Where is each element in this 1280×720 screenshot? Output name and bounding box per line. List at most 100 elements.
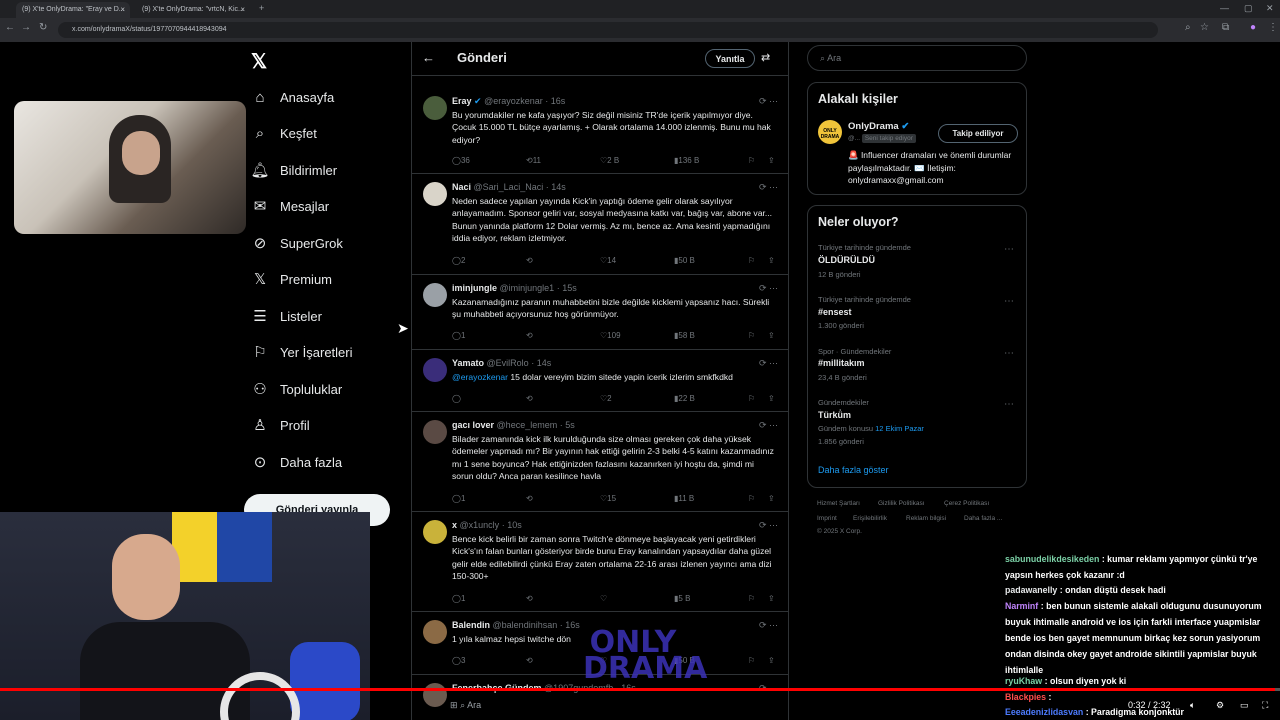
avatar[interactable]	[423, 683, 447, 707]
share-icon[interactable]: ⇪	[768, 494, 775, 503]
star-icon[interactable]: ☆	[1200, 22, 1209, 33]
show-more-link[interactable]: Daha fazla göster	[818, 465, 889, 475]
nav-item-bookmarks[interactable]: ⚐ Yer İşaretleri	[250, 339, 352, 365]
share-icon[interactable]: ⇪	[768, 156, 775, 165]
tweet-more-icon[interactable]: ⟳ ⋯	[759, 182, 778, 193]
x-logo-icon[interactable]: 𝕏	[251, 49, 267, 74]
chat-username[interactable]: Blackpies	[1005, 692, 1046, 702]
settings-icon[interactable]: ⚙	[1216, 700, 1224, 711]
views-icon[interactable]: ▮ 136 B	[674, 156, 699, 165]
repost-icon[interactable]: ⟲	[526, 394, 533, 403]
like-icon[interactable]: ♡	[600, 594, 607, 603]
share-icon[interactable]: ⇪	[768, 394, 775, 403]
reply-button[interactable]: Yanıtla	[705, 49, 755, 68]
reply-tweet[interactable]: iminjungle @iminjungle1 · 15s ⟳ ⋯ Kazana…	[412, 275, 788, 350]
more-icon[interactable]: ⋯	[1004, 244, 1014, 255]
tweet-more-icon[interactable]: ⟳ ⋯	[759, 520, 778, 531]
taskbar-search[interactable]: Ara	[467, 700, 481, 710]
tweet-more-icon[interactable]: ⟳ ⋯	[759, 96, 778, 107]
tweet-more-icon[interactable]: ⟳ ⋯	[759, 283, 778, 294]
author-name[interactable]: Eray	[452, 96, 472, 106]
nav-item-home[interactable]: ⌂ Anasayfa	[250, 84, 334, 110]
author-name[interactable]: Balendin	[452, 620, 490, 630]
nav-item-communities[interactable]: ⚇ Topluluklar	[250, 376, 342, 402]
views-icon[interactable]: ▮ 22 B	[674, 394, 695, 403]
repost-icon[interactable]: ⟲	[526, 256, 533, 265]
repost-icon[interactable]: ⟲	[526, 656, 533, 665]
trend-name[interactable]: ÖLDÜRÜLDÜ	[818, 255, 875, 265]
reply-tweet[interactable]: x @x1uncly · 10s ⟳ ⋯ Bence kick belirli …	[412, 512, 788, 612]
author-name[interactable]: gacı lover	[452, 420, 494, 430]
url-field[interactable]: x.com/onlydramaX/status/1977070944418943…	[58, 22, 1158, 38]
footer-link[interactable]: Hizmet Şartları	[817, 500, 860, 507]
mention-link[interactable]: @erayozkenar	[452, 372, 508, 382]
nav-item-notifications[interactable]: 🔔︎ Bildirimler	[250, 157, 337, 183]
new-tab-icon[interactable]: +	[259, 3, 264, 13]
browser-tab-active[interactable]: (9) X'te OnlyDrama: "Eray ve D... ×	[16, 2, 130, 18]
reply-icon[interactable]: ◯	[452, 394, 461, 403]
close-icon[interactable]: ×	[240, 5, 245, 14]
bookmark-icon[interactable]: ⚐	[748, 494, 755, 503]
footer-link[interactable]: Gizlilik Politikası	[878, 500, 925, 507]
sort-icon[interactable]: ⇄	[761, 51, 770, 64]
views-icon[interactable]: ▮ 50 B	[674, 256, 695, 265]
reload-icon[interactable]: ↻	[39, 22, 47, 33]
reply-icon[interactable]: ◯ 1	[452, 494, 465, 503]
repost-icon[interactable]: ⟲	[526, 494, 533, 503]
author-name[interactable]: Yamato	[452, 358, 484, 368]
avatar[interactable]	[423, 182, 447, 206]
trend-name[interactable]: Türkü̇m	[818, 410, 851, 420]
bookmark-icon[interactable]: ⚐	[748, 394, 755, 403]
footer-link[interactable]: Erişilebilirlik	[853, 515, 887, 522]
avatar[interactable]	[423, 520, 447, 544]
reply-tweet[interactable]: Yamato @EvilRolo · 14s ⟳ ⋯ @erayozkenar …	[412, 350, 788, 412]
share-icon[interactable]: ⇪	[768, 331, 775, 340]
onlydrama-avatar[interactable]: ONLY DRAMA	[818, 120, 842, 144]
repost-icon[interactable]: ⟲	[526, 594, 533, 603]
chat-username[interactable]: Narminf	[1005, 601, 1038, 611]
back-arrow-icon[interactable]: ←	[422, 50, 435, 65]
avatar[interactable]	[423, 283, 447, 307]
share-icon[interactable]: ⇪	[768, 594, 775, 603]
bookmark-icon[interactable]: ⚐	[748, 256, 755, 265]
minimize-icon[interactable]: —	[1220, 3, 1229, 13]
reply-tweet[interactable]: Eray ✔ @erayozkenar · 16s ⟳ ⋯ Bu yorumda…	[412, 88, 788, 174]
zoom-icon[interactable]: ⌕	[1185, 22, 1191, 33]
profile-icon[interactable]: ●	[1250, 22, 1256, 33]
like-icon[interactable]: ♡ 15	[600, 494, 616, 503]
author-name[interactable]: Naci	[452, 182, 471, 192]
windows-icon[interactable]: ⊞	[450, 700, 458, 710]
forward-icon[interactable]: →	[21, 22, 31, 33]
more-icon[interactable]: ⋯	[1004, 348, 1014, 359]
menu-icon[interactable]: ⋮	[1268, 22, 1278, 33]
bookmark-icon[interactable]: ⚐	[748, 656, 755, 665]
chat-username[interactable]: padawanelly	[1005, 585, 1057, 595]
footer-link[interactable]: Çerez Politikası	[944, 500, 989, 507]
repost-icon[interactable]: ⟲	[526, 331, 533, 340]
bookmark-icon[interactable]: ⚐	[748, 331, 755, 340]
nav-item-profile[interactable]: ♙ Profil	[250, 412, 309, 438]
repost-icon[interactable]: ⟲ 11	[526, 156, 541, 165]
author-name[interactable]: iminjungle	[452, 283, 497, 293]
bookmark-icon[interactable]: ⚐	[748, 594, 755, 603]
views-icon[interactable]: ▮ 11 B	[674, 494, 694, 503]
like-icon[interactable]: ♡ 2 B	[600, 156, 619, 165]
like-icon[interactable]: ♡ 109	[600, 331, 621, 340]
close-icon[interactable]: ×	[120, 5, 125, 14]
nav-item-explore[interactable]: ⌕ Keşfet	[250, 120, 317, 146]
fullscreen-icon[interactable]: ⛶	[1262, 700, 1268, 711]
extensions-icon[interactable]: ⧉	[1222, 22, 1229, 33]
reply-tweet[interactable]: Naci @Sari_Laci_Naci · 14s ⟳ ⋯ Neden sad…	[412, 174, 788, 275]
related-name[interactable]: OnlyDrama ✔	[848, 121, 909, 132]
trend-name[interactable]: #ensest	[818, 307, 852, 317]
author-name[interactable]: x	[452, 520, 457, 530]
reply-icon[interactable]: ◯ 36	[452, 156, 470, 165]
footer-link[interactable]: Imprint	[817, 515, 837, 522]
follow-button[interactable]: Takip ediliyor	[938, 124, 1018, 143]
nav-item-lists[interactable]: ☰ Listeler	[250, 303, 322, 329]
reply-icon[interactable]: ◯ 3	[452, 656, 465, 665]
maximize-icon[interactable]: ▢	[1244, 3, 1253, 14]
reply-icon[interactable]: ◯ 1	[452, 594, 465, 603]
views-icon[interactable]: ▮ 58 B	[674, 331, 695, 340]
footer-link[interactable]: Reklam bilgisi	[906, 515, 946, 522]
